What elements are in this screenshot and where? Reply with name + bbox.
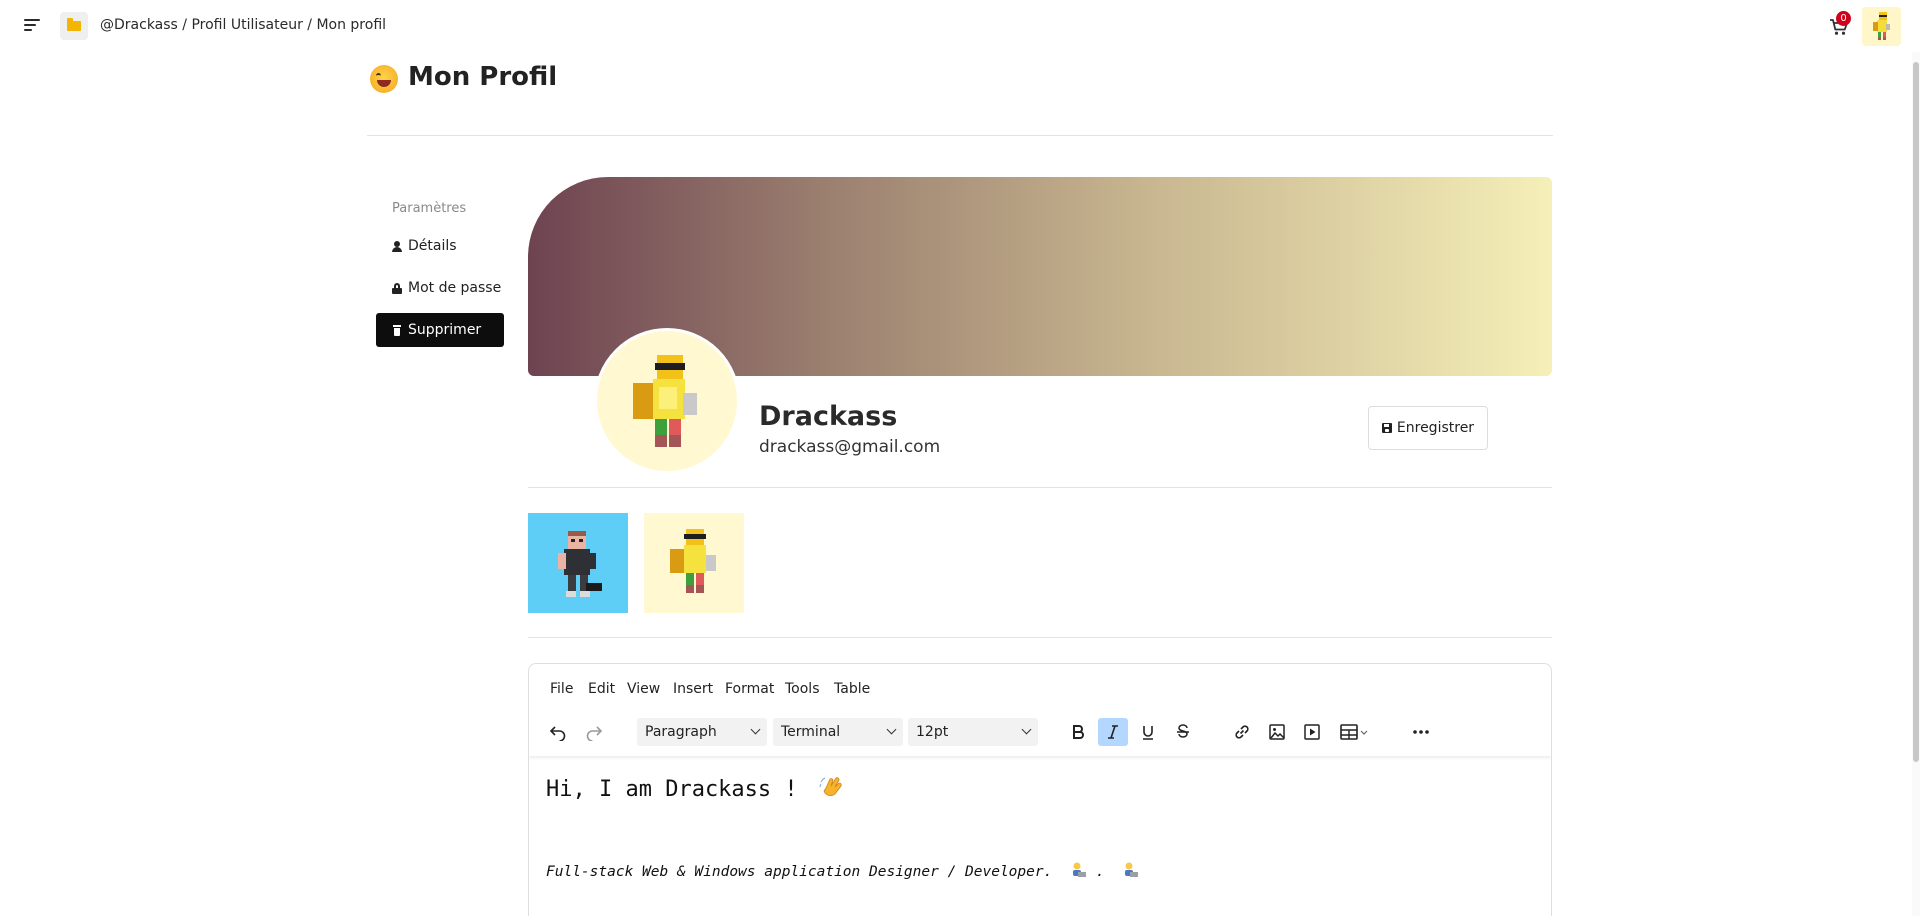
- user-avatar[interactable]: [1862, 7, 1901, 46]
- redo-icon[interactable]: [579, 718, 609, 746]
- menu-tools[interactable]: Tools: [785, 681, 820, 697]
- block-format-value: Paragraph: [645, 724, 717, 740]
- editor-text: Full-stack Web & Windows application Des…: [546, 864, 1053, 880]
- floppy-disk-icon: [1381, 423, 1392, 433]
- sidebar-item-label: Supprimer: [408, 322, 482, 338]
- save-button-label: Enregistrer: [1396, 420, 1475, 436]
- waving-hand-emoji-icon: [819, 774, 845, 806]
- profile-divider: [528, 487, 1552, 488]
- menu-format[interactable]: Format: [725, 681, 774, 697]
- avatar-option-thumbnail[interactable]: [644, 513, 744, 613]
- lock-icon: [392, 282, 402, 294]
- profile-name: Drackass: [759, 401, 898, 432]
- technologist-emoji-icon: [1069, 861, 1087, 883]
- menu-file[interactable]: File: [550, 681, 573, 697]
- sidebar-heading: Paramètres: [392, 201, 467, 216]
- grinning-emoji-icon: [370, 65, 398, 93]
- undo-icon[interactable]: [543, 718, 573, 746]
- menu-table[interactable]: Table: [834, 681, 870, 697]
- rich-text-editor: File Edit View Insert Format Tools Table…: [528, 663, 1552, 916]
- avatar-option-thumbnail[interactable]: [528, 513, 628, 613]
- font-family-value: Terminal: [781, 724, 841, 740]
- bold-icon[interactable]: [1063, 718, 1093, 746]
- page-title: Mon Profil: [408, 62, 558, 92]
- chevron-down-icon: [1021, 724, 1032, 735]
- sidebar-item-label: Détails: [408, 238, 457, 254]
- cart-count-badge: 0: [1836, 11, 1851, 26]
- editor-text: Hi, I am Drackass !: [546, 777, 798, 802]
- menu-insert[interactable]: Insert: [673, 681, 713, 697]
- font-family-select[interactable]: Terminal: [773, 718, 903, 746]
- profile-avatar[interactable]: [594, 328, 740, 474]
- hamburger-menu-icon[interactable]: [22, 16, 44, 36]
- chevron-down-icon: [886, 724, 897, 735]
- italic-icon[interactable]: [1098, 718, 1128, 746]
- scrollbar-thumb[interactable]: [1913, 62, 1919, 762]
- save-button[interactable]: Enregistrer: [1368, 406, 1488, 450]
- menu-edit[interactable]: Edit: [588, 681, 615, 697]
- profile-email: drackass@gmail.com: [759, 437, 941, 457]
- sidebar-item-password[interactable]: Mot de passe: [376, 271, 504, 305]
- editor-heading-line: Hi, I am Drackass !: [546, 774, 845, 806]
- sidebar-item-delete[interactable]: Supprimer: [376, 313, 504, 347]
- font-size-select[interactable]: 12pt: [908, 718, 1038, 746]
- editor-menubar: File Edit View Insert Format Tools Table: [529, 664, 1551, 712]
- link-icon[interactable]: [1227, 718, 1257, 746]
- menu-view[interactable]: View: [627, 681, 660, 697]
- title-divider: [367, 135, 1553, 136]
- editor-paragraph-line: Full-stack Web & Windows application Des…: [546, 861, 1139, 883]
- strikethrough-icon[interactable]: [1168, 718, 1198, 746]
- underline-icon[interactable]: [1133, 718, 1163, 746]
- technologist-emoji-icon: [1121, 861, 1139, 883]
- breadcrumb: @Drackass / Profil Utilisateur / Mon pro…: [100, 17, 387, 33]
- period-text: .: [1095, 864, 1105, 880]
- sidebar-item-label: Mot de passe: [408, 280, 502, 296]
- font-size-value: 12pt: [916, 724, 949, 740]
- folder-icon[interactable]: [60, 12, 88, 40]
- trash-icon: [392, 324, 402, 336]
- more-options-icon[interactable]: [1406, 718, 1436, 746]
- thumbnails-divider: [528, 637, 1552, 638]
- top-bar: @Drackass / Profil Utilisateur / Mon pro…: [0, 0, 1920, 52]
- chevron-down-icon: [750, 724, 761, 735]
- user-icon: [392, 240, 402, 252]
- block-format-select[interactable]: Paragraph: [637, 718, 767, 746]
- media-icon[interactable]: [1297, 718, 1327, 746]
- image-icon[interactable]: [1262, 718, 1292, 746]
- editor-toolbar: Paragraph Terminal 12pt: [529, 712, 1551, 756]
- sidebar-item-details[interactable]: Détails: [376, 229, 504, 263]
- table-icon[interactable]: [1335, 718, 1375, 746]
